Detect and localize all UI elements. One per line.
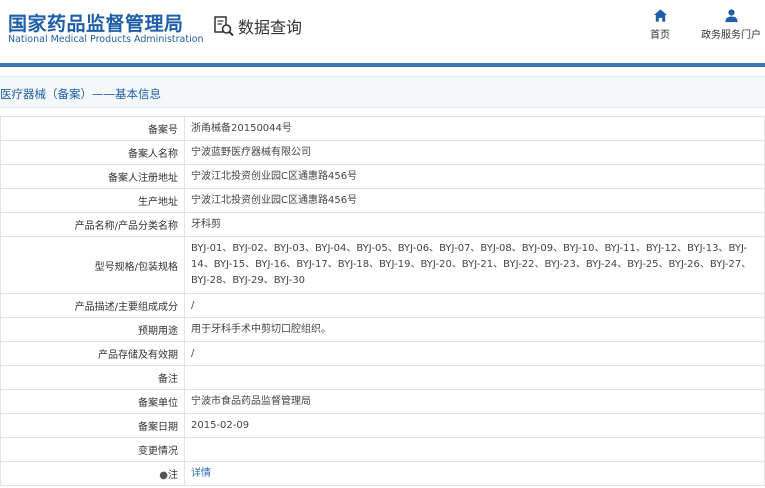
nav-service-portal-label: 政务服务门户 bbox=[701, 30, 761, 41]
site-header: 国家药品监督管理局 National Medical Products Admi… bbox=[0, 0, 765, 62]
document-search-icon bbox=[214, 16, 234, 37]
row-label: 备案人注册地址 bbox=[0, 164, 185, 189]
site-logo-en[interactable]: National Medical Products Administration bbox=[8, 34, 204, 45]
data-query-title: 数据查询 bbox=[213, 14, 302, 38]
info-table: 备案号 浙甬械备20150044号 备案人名称 宁波蓝野医疗器械有限公司 备案人… bbox=[0, 116, 765, 486]
site-logo-cn[interactable]: 国家药品监督管理局 bbox=[8, 9, 184, 36]
table-row-note: ●注 详情 bbox=[0, 461, 765, 486]
nav-service-portal[interactable]: 政务服务门户 bbox=[701, 8, 761, 41]
table-row: 备案日期 2015-02-09 bbox=[0, 413, 765, 438]
row-value: 宁波江北投资创业园C区通惠路456号 bbox=[184, 164, 765, 189]
row-label: 型号规格/包装规格 bbox=[0, 236, 185, 294]
row-value: 2015-02-09 bbox=[184, 413, 765, 438]
row-value: 牙科剪 bbox=[184, 212, 765, 237]
row-value: BYJ-01、BYJ-02、BYJ-03、BYJ-04、BYJ-05、BYJ-0… bbox=[184, 236, 765, 294]
row-label: 产品描述/主要组成成分 bbox=[0, 293, 185, 318]
table-row: 备案人注册地址 宁波江北投资创业园C区通惠路456号 bbox=[0, 164, 765, 189]
table-row: 备注 bbox=[0, 365, 765, 390]
table-row: 备案人名称 宁波蓝野医疗器械有限公司 bbox=[0, 140, 765, 165]
section-header: 医疗器械（备案）——基本信息 bbox=[0, 76, 765, 108]
location-pin-icon: ● bbox=[159, 470, 168, 481]
row-label: 变更情况 bbox=[0, 437, 185, 462]
header-divider bbox=[0, 63, 765, 67]
row-value: / bbox=[184, 293, 765, 318]
details-link[interactable]: 详情 bbox=[191, 468, 211, 479]
row-label: 备案单位 bbox=[0, 389, 185, 414]
table-row: 预期用途 用于牙科手术中剪切口腔组织。 bbox=[0, 317, 765, 342]
row-value: 浙甬械备20150044号 bbox=[184, 116, 765, 141]
user-icon bbox=[724, 9, 738, 23]
row-label: 产品名称/产品分类名称 bbox=[0, 212, 185, 237]
row-label: 产品存储及有效期 bbox=[0, 341, 185, 366]
row-label: 备案日期 bbox=[0, 413, 185, 438]
row-label: 生产地址 bbox=[0, 188, 185, 213]
table-row: 备案号 浙甬械备20150044号 bbox=[0, 116, 765, 141]
row-value: / bbox=[184, 341, 765, 366]
nav-home-label: 首页 bbox=[650, 30, 670, 41]
home-icon bbox=[653, 9, 667, 22]
row-label: 备案人名称 bbox=[0, 140, 185, 165]
table-row: 生产地址 宁波江北投资创业园C区通惠路456号 bbox=[0, 188, 765, 213]
table-row: 备案单位 宁波市食品药品监督管理局 bbox=[0, 389, 765, 414]
note-value-cell: 详情 bbox=[184, 461, 765, 486]
row-label: 备案号 bbox=[0, 116, 185, 141]
nav-home[interactable]: 首页 bbox=[650, 8, 670, 41]
table-row: 变更情况 bbox=[0, 437, 765, 462]
row-value: 宁波市食品药品监督管理局 bbox=[184, 389, 765, 414]
row-value bbox=[184, 365, 765, 390]
row-value: 用于牙科手术中剪切口腔组织。 bbox=[184, 317, 765, 342]
section-title: 医疗器械（备案）——基本信息 bbox=[0, 87, 161, 101]
table-row: 产品描述/主要组成成分 / bbox=[0, 293, 765, 318]
row-value: 宁波蓝野医疗器械有限公司 bbox=[184, 140, 765, 165]
row-value: 宁波江北投资创业园C区通惠路456号 bbox=[184, 188, 765, 213]
row-label: 预期用途 bbox=[0, 317, 185, 342]
table-row: 产品名称/产品分类名称 牙科剪 bbox=[0, 212, 765, 237]
row-value bbox=[184, 437, 765, 462]
note-label-cell: ●注 bbox=[0, 461, 185, 486]
note-label: 注 bbox=[168, 470, 178, 481]
data-query-label: 数据查询 bbox=[238, 18, 303, 37]
row-label: 备注 bbox=[0, 365, 185, 390]
table-row: 产品存储及有效期 / bbox=[0, 341, 765, 366]
table-row: 型号规格/包装规格 BYJ-01、BYJ-02、BYJ-03、BYJ-04、BY… bbox=[0, 236, 765, 294]
